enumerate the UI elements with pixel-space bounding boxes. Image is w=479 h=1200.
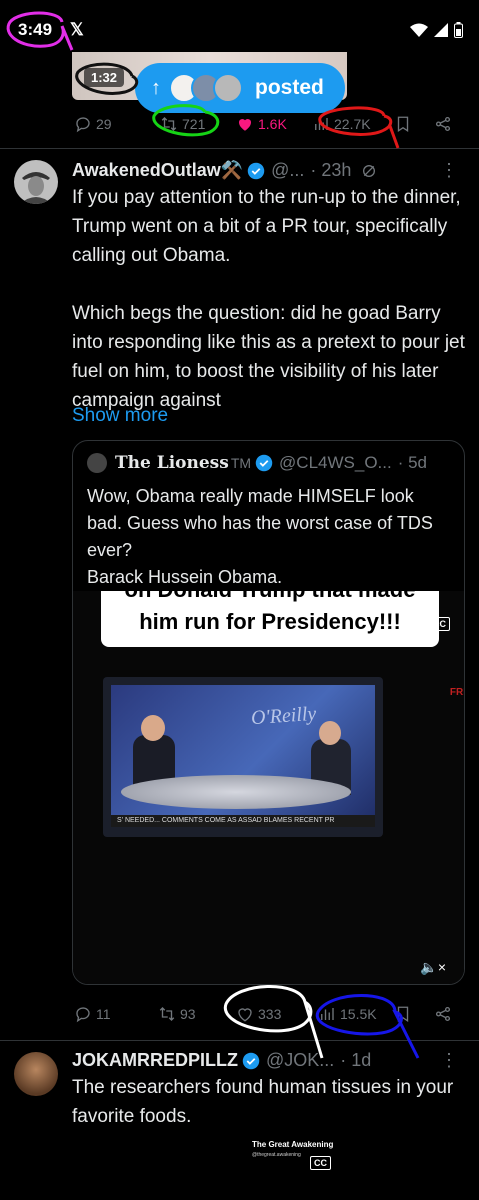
- like-button[interactable]: 333: [236, 1005, 281, 1023]
- caption-line: on Donald Trump that made: [101, 591, 439, 603]
- avatar[interactable]: [14, 160, 58, 204]
- mute-icon[interactable]: 🔈×: [420, 959, 446, 976]
- views-icon: [321, 1008, 334, 1020]
- quote-handle: @CL4WS_O...: [279, 453, 392, 472]
- bookmark-button[interactable]: [394, 115, 412, 133]
- bookmark-icon: [397, 1006, 409, 1023]
- tweet-text: The researchers found human tissues in y…: [72, 1077, 459, 1127]
- timestamp: · 1d: [340, 1050, 372, 1070]
- tweet-actions: 11 93 333 15.5K: [72, 1005, 467, 1029]
- heart-icon: [238, 1008, 252, 1022]
- reply-count: 29: [96, 116, 112, 132]
- tweet-header: AwakenedOutlaw⚒️ @... · 23h: [72, 160, 377, 181]
- grok-icon[interactable]: [361, 163, 377, 179]
- views-button[interactable]: 22.7K: [312, 115, 371, 133]
- avatar: [213, 73, 243, 103]
- caption-line: him run for Presidency!!!: [139, 609, 401, 634]
- share-icon: [435, 116, 451, 132]
- verified-badge-icon: [247, 162, 265, 179]
- tweet-text: If you pay attention to the run-up to th…: [72, 187, 465, 411]
- views-count: 15.5K: [340, 1006, 377, 1022]
- new-posts-pill[interactable]: ↑ posted: [135, 63, 345, 113]
- status-bar: 3:49 𝕏: [0, 0, 479, 52]
- top-post-actions: 29 721 1.6K 22.7K: [72, 115, 467, 139]
- person-head: [319, 721, 341, 745]
- repost-icon: [159, 1007, 175, 1021]
- reply-button[interactable]: 11: [74, 1005, 111, 1023]
- more-options-icon[interactable]: ⋮: [440, 160, 459, 181]
- news-ticker: S' NEEDED... COMMENTS COME AS ASSAD BLAM…: [111, 815, 375, 827]
- quote-text: Wow, Obama really made HIMSELF look bad.…: [87, 486, 433, 587]
- quote-display-name: The Lioness: [115, 453, 229, 473]
- bookmark-button[interactable]: [394, 1005, 412, 1023]
- quote-tweet[interactable]: The Lioness TM @CL4WS_O... · 5d Wow, Oba…: [72, 440, 465, 985]
- quote-timestamp: · 5d: [397, 453, 428, 472]
- repost-count: 93: [180, 1006, 196, 1022]
- trademark-mark: TM: [230, 455, 252, 471]
- share-icon: [435, 1006, 451, 1022]
- more-options-icon[interactable]: ⋮: [440, 1050, 459, 1071]
- verified-badge-icon: [255, 454, 273, 472]
- verified-badge-icon: [242, 1052, 260, 1069]
- wifi-icon: [410, 23, 428, 42]
- battery-icon: [454, 22, 463, 43]
- handle[interactable]: @JOK...: [266, 1050, 334, 1071]
- tweet-header: JOKAMRREDPILLZ @JOK... · 1d: [72, 1050, 371, 1071]
- heart-filled-icon: [238, 118, 252, 131]
- views-button[interactable]: 15.5K: [318, 1005, 377, 1023]
- repost-button[interactable]: 721: [160, 115, 205, 133]
- display-name[interactable]: JOKAMRREDPILLZ: [72, 1050, 238, 1071]
- video-still: O'Reilly S' NEEDED... COMMENTS COME AS A…: [111, 685, 375, 827]
- news-desk: [121, 775, 351, 809]
- video-subtitle: @thegreat.awakening: [252, 1152, 301, 1158]
- divider: [0, 148, 479, 149]
- status-icons: [410, 22, 463, 43]
- repost-button[interactable]: 93: [158, 1005, 196, 1023]
- status-time: 3:49: [18, 20, 53, 39]
- divider: [0, 1040, 479, 1041]
- closed-captions-icon[interactable]: CC: [429, 617, 450, 631]
- quote-video[interactable]: on Donald Trump that made him run for Pr…: [73, 591, 465, 984]
- reply-count: 11: [96, 1006, 111, 1022]
- display-name[interactable]: AwakenedOutlaw⚒️: [72, 160, 243, 181]
- reply-button[interactable]: 29: [74, 115, 112, 133]
- posted-avatars: [169, 73, 243, 103]
- x-logo-icon: 𝕏: [70, 20, 84, 39]
- share-button[interactable]: [434, 115, 452, 133]
- like-button[interactable]: 1.6K: [236, 115, 287, 133]
- show-more-link[interactable]: Show more: [72, 405, 168, 427]
- like-count: 333: [258, 1006, 282, 1022]
- arrow-up-icon: ↑: [151, 76, 161, 99]
- person-head: [141, 715, 165, 741]
- like-count: 1.6K: [258, 116, 287, 132]
- quote-header: The Lioness TM @CL4WS_O... · 5d: [87, 453, 427, 473]
- avatar[interactable]: [14, 1052, 58, 1096]
- views-count: 22.7K: [334, 116, 371, 132]
- repost-icon: [161, 117, 177, 131]
- closed-captions-icon[interactable]: CC: [310, 1156, 331, 1170]
- show-logo: O'Reilly: [250, 702, 318, 730]
- timestamp: · 23h: [310, 160, 352, 180]
- video-title: The Great Awakening: [252, 1140, 334, 1149]
- bookmark-icon: [397, 116, 409, 133]
- posted-label: posted: [255, 76, 324, 99]
- video-caption: on Donald Trump that made him run for Pr…: [101, 591, 439, 647]
- views-icon: [315, 118, 328, 130]
- video-duration: 1:32: [84, 68, 125, 87]
- avatar: [87, 453, 107, 473]
- share-button[interactable]: [434, 1005, 452, 1023]
- handle[interactable]: @...: [271, 160, 304, 181]
- reply-icon: [76, 1007, 90, 1023]
- reply-icon: [76, 117, 90, 133]
- repost-count: 721: [182, 116, 206, 132]
- tweet-video[interactable]: The Great Awakening @thegreat.awakening …: [72, 1130, 467, 1200]
- signal-icon: [434, 23, 448, 42]
- channel-tag: FRI: [449, 687, 465, 698]
